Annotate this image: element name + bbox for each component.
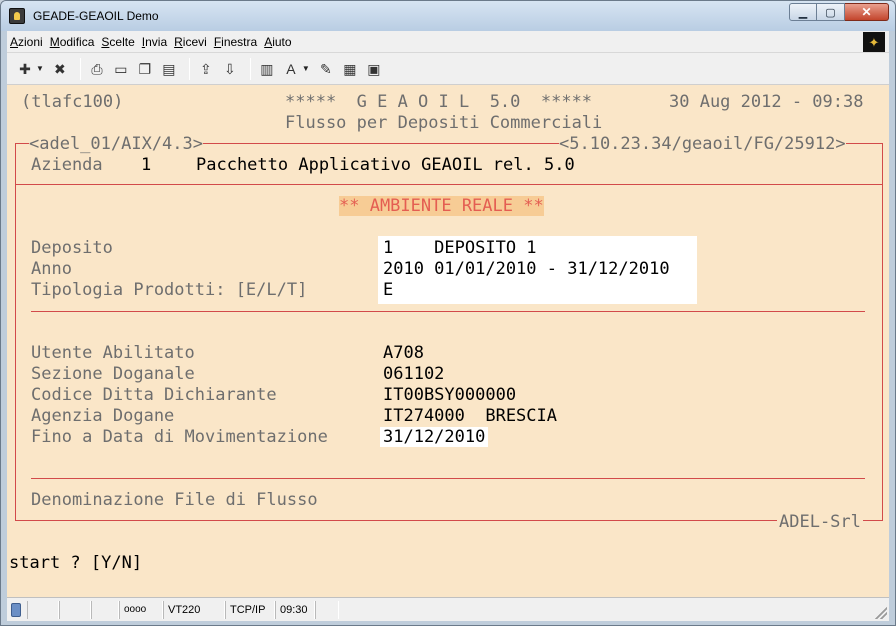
protocol: TCP/IP [225, 600, 275, 619]
resize-grip-icon[interactable] [875, 607, 887, 619]
environment-badge: ** AMBIENTE REALE ** [339, 196, 544, 216]
menu-invia-label: nvia [145, 34, 168, 49]
status-cell [27, 600, 59, 619]
send-file-icon[interactable]: ⇪ [196, 59, 216, 79]
start-prompt[interactable]: start ? [Y/N] [9, 553, 142, 573]
agenzia-value: IT274000 BRESCIA [383, 406, 557, 426]
open-folder-icon[interactable]: ▭ [111, 59, 131, 79]
window-title: GEADE-GEAOIL Demo [33, 9, 159, 23]
section-divider [31, 478, 865, 479]
utente-value: A708 [383, 343, 424, 363]
agenzia-label: Agenzia Dogane [31, 406, 175, 426]
minimize-button[interactable]: ▁ [789, 3, 817, 21]
menu-azioni-mnemonic: A [10, 34, 19, 49]
print-icon[interactable]: ⎙ [87, 59, 107, 79]
clipboard-icon[interactable]: ▦ [340, 59, 360, 79]
chevron-down-icon[interactable]: ▼ [36, 64, 44, 73]
menu-scelte-label: celte [109, 34, 135, 49]
deposito-field[interactable]: 1 DEPOSITO 1 [383, 238, 537, 258]
maximize-button[interactable]: ▢ [817, 3, 845, 21]
frame-divider [15, 184, 883, 185]
status-indicator: oooo [119, 600, 163, 619]
menu-modifica-label: odifica [59, 34, 95, 49]
book-icon[interactable]: ▥ [257, 59, 277, 79]
copy-icon[interactable]: ❐ [135, 59, 155, 79]
status-cell [315, 600, 339, 619]
sezione-value: 061102 [383, 364, 445, 384]
paste-icon[interactable]: ▤ [159, 59, 179, 79]
menu-azioni-label: zioni [18, 34, 43, 49]
toolbar-separator [79, 57, 81, 80]
codice-value: IT00BSY000000 [383, 385, 517, 405]
status-time: 09:30 [275, 600, 315, 619]
fino-label: Fino a Data di Movimentazione [31, 427, 328, 447]
footer-brand: ADEL-Srl [777, 512, 863, 532]
menu-modifica[interactable]: Modifica [47, 35, 98, 49]
header-datetime: 30 Aug 2012 - 09:38 [669, 92, 864, 112]
menu-ricevi-mnemonic: R [174, 34, 183, 49]
toolbar: ✚ ▼ ✖ ⎙ ▭ ❐ ▤ ⇪ ⇩ ▥ A ▼ ✎ ▦ ▣ [7, 53, 889, 85]
program-id: (tlafc100) [21, 92, 124, 112]
disconnect-icon[interactable]: ✖ [50, 59, 70, 79]
status-cell [91, 600, 119, 619]
menu-aiuto[interactable]: Aiuto [261, 35, 294, 49]
menu-modifica-mnemonic: M [49, 34, 60, 49]
menu-azioni[interactable]: Azioni [7, 35, 46, 49]
new-session-icon[interactable]: ✚ [15, 59, 35, 79]
azienda-code: 1 [141, 155, 152, 175]
menu-ricevi[interactable]: Ricevi [171, 35, 210, 49]
app-icon[interactable] [9, 8, 25, 24]
utente-label: Utente Abilitato [31, 343, 195, 363]
deposito-label: Deposito [31, 238, 113, 258]
status-cell [59, 600, 91, 619]
application-window: GEADE-GEAOIL Demo ▁ ▢ ✕ Azioni Modifica … [0, 0, 896, 626]
chevron-down-icon[interactable]: ▼ [302, 64, 310, 73]
screen-icon[interactable]: ▣ [364, 59, 384, 79]
status-bar: oooo VT220 TCP/IP 09:30 [7, 597, 889, 621]
toolbar-separator [188, 57, 190, 80]
close-button[interactable]: ✕ [845, 3, 889, 21]
brand-logo-glyph: ✦ [868, 34, 880, 50]
screen-subtitle: Flusso per Depositi Commerciali [285, 113, 603, 133]
anno-label: Anno [31, 259, 72, 279]
title-bar: GEADE-GEAOIL Demo ▁ ▢ ✕ [1, 1, 895, 31]
menu-bar: Azioni Modifica Scelte Invia Ricevi Fine… [7, 31, 889, 53]
connection-status-icon [11, 602, 21, 617]
menu-finestra-label: inestra [221, 34, 258, 49]
anno-field[interactable]: 2010 01/01/2010 - 31/12/2010 [383, 259, 670, 279]
menu-invia[interactable]: Invia [139, 35, 170, 49]
azienda-name: Pacchetto Applicativo GEAOIL rel. 5.0 [196, 155, 575, 175]
tipologia-label: Tipologia Prodotti: [E/L/T] [31, 280, 308, 300]
azienda-label: Azienda [31, 155, 103, 175]
menu-aiuto-label: iuto [272, 34, 292, 49]
section-divider [31, 311, 865, 312]
toolbar-separator [249, 57, 251, 80]
receive-file-icon[interactable]: ⇩ [220, 59, 240, 79]
denominazione-label: Denominazione File di Flusso [31, 490, 318, 510]
connection-label: <5.10.23.34/geaoil/FG/25912> [559, 134, 846, 154]
font-icon[interactable]: A [281, 59, 301, 79]
codice-label: Codice Ditta Dichiarante [31, 385, 277, 405]
brand-logo-icon: ✦ [863, 32, 885, 52]
tipologia-field[interactable]: E [383, 280, 393, 300]
terminal-screen[interactable]: (tlafc100) ***** G E A O I L 5.0 ***** 3… [7, 85, 889, 597]
menu-aiuto-mnemonic: A [264, 34, 273, 49]
app-banner: ***** G E A O I L 5.0 ***** [285, 92, 593, 112]
host-label: <adel_01/AIX/4.3> [29, 134, 203, 154]
emulation-type: VT220 [163, 600, 225, 619]
fino-data-field[interactable]: 31/12/2010 [380, 427, 489, 447]
menu-ricevi-label: icevi [182, 34, 207, 49]
edit-icon[interactable]: ✎ [316, 59, 336, 79]
menu-scelte[interactable]: Scelte [98, 35, 137, 49]
window-controls: ▁ ▢ ✕ [789, 3, 889, 21]
menu-finestra[interactable]: Finestra [211, 35, 260, 49]
sezione-label: Sezione Doganale [31, 364, 195, 384]
